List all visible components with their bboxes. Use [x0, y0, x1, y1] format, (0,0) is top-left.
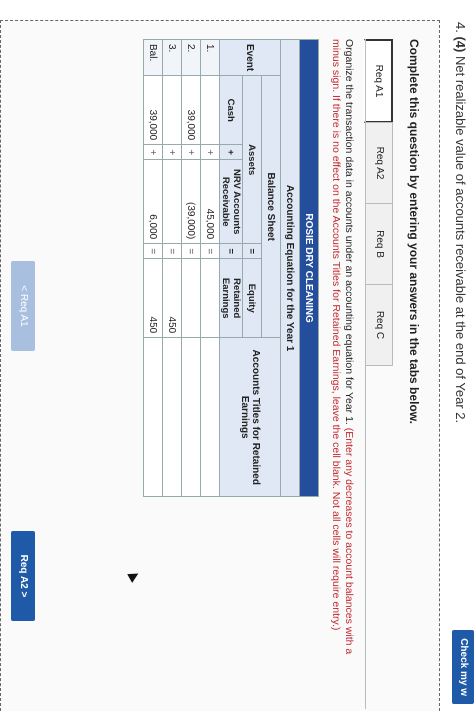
cash-input[interactable]: 39,000 [181, 75, 201, 145]
event-cell: 2. [181, 39, 201, 76]
cash-input[interactable] [162, 75, 182, 145]
retained-earnings-header: Retained Earnings [219, 258, 243, 338]
question-title: 4. (4) Net realizable value of accounts … [453, 22, 468, 423]
nrv-header: NRV Accounts Receivable [219, 159, 243, 244]
assets-header: Assets [242, 75, 262, 244]
question-text: Net realizable value of accounts receiva… [453, 55, 468, 424]
equals-sign: = [181, 243, 201, 259]
table-row: 2. 39,000 + (39,000) = [181, 39, 201, 497]
nrv-input[interactable]: 45,000 [200, 159, 220, 244]
page-canvas: 4. (4) Net realizable value of accounts … [0, 0, 476, 711]
cash-balance: 39,000 [143, 75, 163, 145]
retained-earnings-input[interactable] [200, 258, 220, 338]
event-header: Event [219, 39, 281, 76]
instructions: Complete this question by entering your … [407, 39, 421, 424]
question-number: 4. [453, 22, 468, 33]
account-title-cell [143, 337, 163, 497]
equals-sub-header: = [219, 243, 243, 259]
plus-sign: + [181, 144, 201, 160]
tab-req-b[interactable]: Req B [365, 203, 393, 285]
task-description-main: Organize the transaction data in account… [343, 39, 355, 425]
tab-req-a1[interactable]: Req A1 [364, 39, 393, 123]
nrv-input[interactable] [162, 159, 182, 244]
check-my-work-button[interactable]: Check my w [452, 630, 474, 704]
question-panel: Complete this question by entering your … [0, 20, 440, 711]
account-title-input[interactable] [162, 337, 182, 497]
accounting-equation-table: ROSIE DRY CLEANING Accounting Equation f… [143, 39, 319, 497]
table-row: 3. + = 450 [162, 39, 182, 497]
event-cell: 3. [162, 39, 182, 76]
tab-req-c[interactable]: Req C [365, 284, 393, 366]
cash-input[interactable] [200, 75, 220, 145]
company-name: ROSIE DRY CLEANING [299, 39, 319, 497]
sheet-title: Accounting Equation for the Year 1 [280, 39, 300, 497]
plus-sign: + [200, 144, 220, 160]
cash-header: Cash [219, 75, 243, 145]
retained-earnings-balance: 450 [143, 258, 163, 338]
tab-divider [365, 39, 366, 709]
equals-header: = [242, 243, 262, 259]
plus-sign: + [143, 144, 163, 160]
equals-sign: = [143, 243, 163, 259]
retained-earnings-input[interactable] [181, 258, 201, 338]
nrv-balance: 6,000 [143, 159, 163, 244]
task-description: Organize the transaction data in account… [329, 39, 355, 684]
plus-sign: + [162, 144, 182, 160]
balance-sheet-header: Balance Sheet [261, 75, 281, 338]
event-cell: 1. [200, 39, 220, 76]
equity-header: Equity [242, 258, 262, 338]
table-row-balance: Bal. 39,000 + 6,000 = 450 [143, 39, 163, 497]
account-title-input[interactable] [200, 337, 220, 497]
account-titles-header: Accounts Titles for Retained Earnings [219, 337, 281, 497]
plus-header: + [219, 144, 243, 160]
mouse-cursor-icon [127, 569, 141, 583]
table-row: 1. + 45,000 = [200, 39, 220, 497]
tab-req-a2[interactable]: Req A2 [365, 122, 393, 204]
next-req-a2-button[interactable]: Req A2 > [11, 531, 35, 621]
equals-sign: = [162, 243, 182, 259]
nrv-input[interactable]: (39,000) [181, 159, 201, 244]
retained-earnings-input[interactable]: 450 [162, 258, 182, 338]
question-points: (4) [453, 36, 468, 53]
equals-sign: = [200, 243, 220, 259]
account-title-input[interactable] [181, 337, 201, 497]
event-cell: Bal. [143, 39, 163, 76]
prev-req-a1-button[interactable]: < Req A1 [11, 261, 35, 351]
requirement-tabs: Req A1 Req A2 Req B Req C [364, 39, 393, 366]
